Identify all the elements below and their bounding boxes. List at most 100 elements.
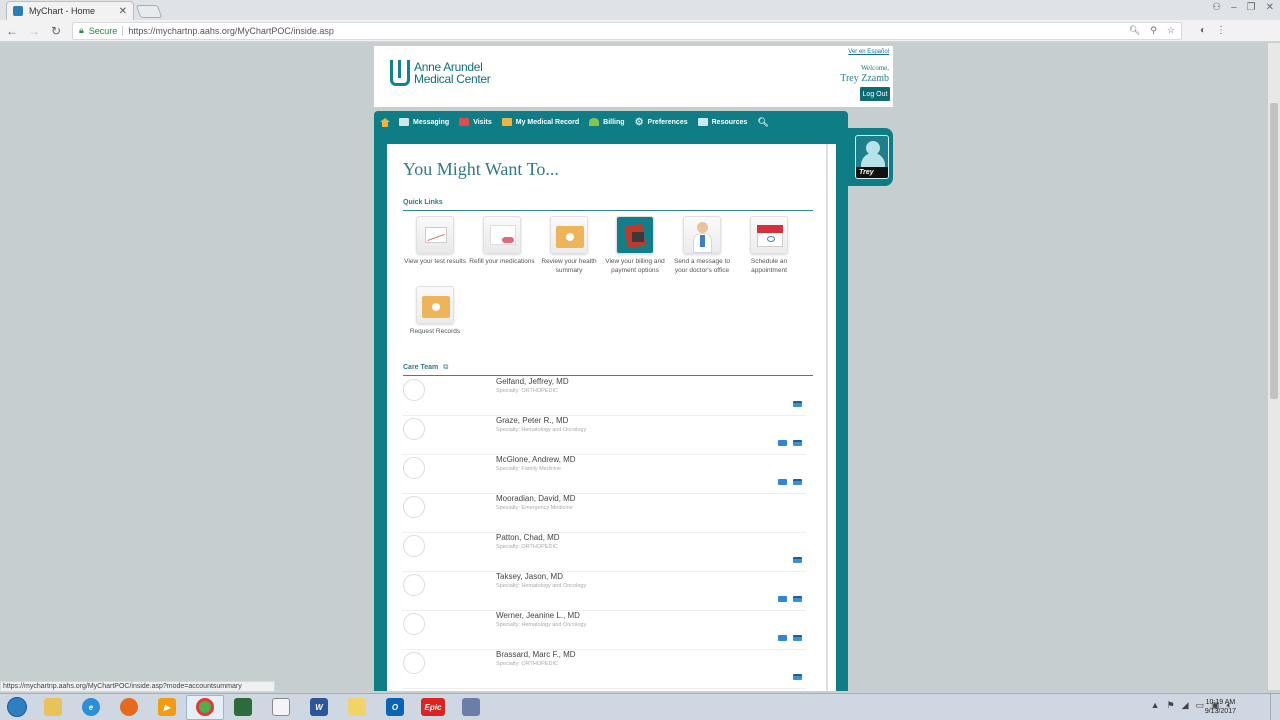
quick-link-billing-options[interactable]: View your billing and payment options (601, 216, 669, 275)
user-profile-icon[interactable]: ⚇ (1212, 2, 1221, 13)
folder-icon (348, 698, 366, 716)
member-name[interactable]: Patton, Chad, MD (496, 533, 560, 542)
schedule-icon[interactable] (793, 440, 802, 446)
page-scrollbar[interactable] (1268, 43, 1280, 690)
profile-avatar[interactable]: Trey (855, 135, 889, 179)
nav-preferences[interactable]: ⚙ Preferences (635, 117, 688, 128)
logo-line2: Medical Center (414, 72, 491, 86)
reload-icon[interactable]: ↻ (50, 24, 62, 38)
extension-icon[interactable]: ◐ (1200, 25, 1206, 36)
address-url[interactable]: https://mychartnp.aahs.org/MyChartPOC/in… (128, 26, 334, 36)
secure-label: Secure (88, 25, 118, 36)
care-team-member[interactable]: Werner, Jeanine L., MD Specialty: Hemato… (402, 611, 806, 650)
windows-logo-icon (7, 697, 27, 717)
taskbar-chrome[interactable] (186, 694, 224, 720)
show-desktop-button[interactable] (1270, 694, 1280, 720)
link-out-icon[interactable]: ⧉ (443, 364, 448, 371)
nav-visits[interactable]: Visits (459, 118, 492, 126)
message-icon[interactable] (778, 635, 787, 641)
care-team-member[interactable]: Patton, Chad, MD Specialty: ORTHOPEDIC (402, 533, 806, 572)
logout-button[interactable]: Log Out (860, 87, 890, 101)
taskbar-internet-explorer[interactable]: e (72, 695, 110, 720)
member-specialty: Specialty: Hematology and Oncology (496, 622, 587, 628)
system-clock[interactable]: 10:19 AM 9/13/2017 (1205, 698, 1236, 716)
schedule-icon[interactable] (793, 635, 802, 641)
care-team-member[interactable]: Graze, Peter R., MD Specialty: Hematolog… (402, 416, 806, 455)
logo-mark-icon (390, 60, 410, 86)
member-name[interactable]: McGlone, Andrew, MD (496, 455, 576, 464)
taskbar-explorer[interactable] (34, 695, 72, 720)
quick-link-doctor-message[interactable]: Send a message to your doctor's office (668, 216, 736, 275)
nav-messaging[interactable]: Messaging (399, 118, 449, 126)
quick-link-test-results[interactable]: View your test results (401, 216, 469, 266)
taskbar-folder[interactable] (338, 695, 376, 720)
power-icon[interactable]: ▭ (1196, 700, 1205, 711)
quick-link-health-summary[interactable]: Review your health summary (535, 216, 603, 275)
home-icon[interactable] (380, 117, 390, 127)
quick-link-label: View your billing and payment options (605, 258, 665, 274)
nav-billing[interactable]: Billing (589, 118, 625, 126)
taskbar-notepad[interactable] (262, 695, 300, 720)
message-icon[interactable] (778, 596, 787, 602)
taskbar-epic[interactable]: Epic (414, 695, 452, 720)
nav-resources[interactable]: Resources (697, 118, 747, 126)
back-icon[interactable]: ← (6, 24, 18, 38)
window-close-icon[interactable]: ✕ (1266, 2, 1274, 13)
schedule-icon[interactable] (793, 557, 802, 563)
taskbar-outlook[interactable]: O (376, 695, 414, 720)
gear-icon: ⚙ (634, 116, 644, 128)
zoom-icon[interactable]: 🔍︎ (1129, 25, 1140, 36)
billing-options-icon (616, 216, 654, 254)
forward-icon[interactable]: → (28, 24, 40, 38)
member-name[interactable]: Gelfand, Jeffrey, MD (496, 377, 569, 386)
network-icon[interactable]: ◢ (1182, 700, 1189, 711)
care-team-member[interactable]: Brassard, Marc F., MD Specialty: ORTHOPE… (402, 650, 806, 689)
member-name[interactable]: Brassard, Marc F., MD (496, 650, 576, 659)
taskbar-calculator[interactable] (452, 695, 490, 720)
schedule-icon[interactable] (793, 401, 802, 407)
care-team-member[interactable]: Taksey, Jason, MD Specialty: Hematology … (402, 572, 806, 611)
avatar (403, 496, 425, 518)
start-button[interactable] (0, 694, 34, 720)
windows-taskbar: e ▶ W O Epic ▲ ⚑ ◢ ▭ ▣ 🔈︎ 10:19 AM 9/13/… (0, 693, 1280, 720)
care-team-member[interactable]: McGlone, Andrew, MD Specialty: Family Me… (402, 455, 806, 494)
member-name[interactable]: Mooradian, David, MD (496, 494, 576, 503)
flag-icon[interactable]: ⚑ (1167, 700, 1175, 711)
bookmark-star-icon[interactable]: ☆ (1167, 25, 1175, 36)
member-name[interactable]: Graze, Peter R., MD (496, 416, 568, 425)
nav-medical-record[interactable]: My Medical Record (501, 118, 579, 126)
location-icon[interactable]: ⚲ (1150, 25, 1157, 36)
minimize-icon[interactable]: – (1231, 2, 1237, 13)
care-team-member[interactable]: Mooradian, David, MD Specialty: Emergenc… (402, 494, 806, 533)
schedule-icon[interactable] (793, 479, 802, 485)
firefox-icon (120, 698, 138, 716)
taskbar-firefox[interactable] (110, 695, 148, 720)
quick-link-request-records[interactable]: Request Records (401, 286, 469, 336)
taskbar-word[interactable]: W (300, 695, 338, 720)
menu-icon[interactable]: ⋮ (1216, 25, 1226, 36)
tray-expand-icon[interactable]: ▲ (1151, 700, 1160, 711)
maximize-icon[interactable]: ❐ (1247, 2, 1256, 13)
schedule-icon[interactable] (793, 596, 802, 602)
new-tab-button[interactable] (135, 5, 163, 18)
schedule-icon[interactable] (793, 674, 802, 680)
care-team-member[interactable]: Gelfand, Jeffrey, MD Specialty: ORTHOPED… (402, 377, 806, 416)
taskbar-media-player[interactable]: ▶ (148, 695, 186, 720)
spanish-link[interactable]: Ver en Español (848, 49, 889, 55)
browser-tab[interactable]: MyChart - Home ✕ (6, 1, 134, 20)
message-icon[interactable] (778, 440, 787, 446)
member-name[interactable]: Taksey, Jason, MD (496, 572, 563, 581)
profile-name: Trey (856, 167, 888, 178)
search-icon[interactable]: 🔍︎ (757, 117, 768, 128)
welcome-text: Welcome, (860, 64, 889, 72)
aamc-logo[interactable]: Anne Arundel Medical Center (390, 60, 491, 86)
tab-close-icon[interactable]: ✕ (119, 6, 127, 17)
quick-link-medications[interactable]: Refill your medications (468, 216, 536, 266)
taskbar-excel-app[interactable] (224, 695, 262, 720)
quick-link-schedule[interactable]: Schedule an appointment (735, 216, 803, 275)
scrollbar-thumb[interactable] (1270, 103, 1278, 399)
message-icon[interactable] (778, 479, 787, 485)
member-name[interactable]: Werner, Jeanine L., MD (496, 611, 580, 620)
address-bar[interactable]: 🔒︎ Secure https://mychartnp.aahs.org/MyC… (72, 21, 1182, 40)
notepad-icon (272, 698, 290, 716)
